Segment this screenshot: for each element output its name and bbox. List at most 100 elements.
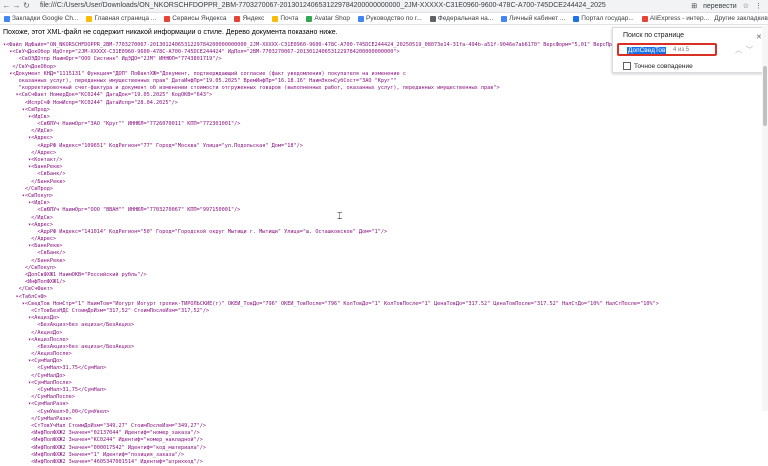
bookmark-item[interactable]: Портал государ... [573,15,634,22]
xml-line[interactable]: ▾<ИдСв> [3,200,768,207]
find-count: 4 из 5 [673,47,690,53]
bookmark-label: Сервисы Яндекса [172,15,227,22]
xml-line[interactable]: ▾<Адрес> [3,222,768,229]
xml-line: <СвБанк/> [3,171,66,178]
toolbar-right: ⊞ перевести ☆ ⋮ [691,1,762,11]
xml-line[interactable]: ▾<СвПрод> [3,107,768,114]
vertical-scrollbar[interactable] [762,26,768,411]
bookmark-star-icon[interactable]: ☆ [743,2,749,10]
xml-line: <ИнфПолФХЖ1/> [3,279,66,286]
forward-icon[interactable]: → [12,1,21,10]
bookmark-favicon-icon [86,15,93,22]
xml-line: "корректировочный счет-фактура и докумен… [3,85,500,92]
xml-line: <ИспрСчФ НомИспр="КС0244" ДатаИспр="28.0… [3,99,178,106]
xml-line: </СумНалПосле> [3,394,75,401]
xml-line: </БанкРекв> [3,257,66,264]
find-input[interactable]: ДопСведТов 4 из 5 [617,43,717,56]
other-bookmarks[interactable]: Другие закладки [710,13,764,24]
xml-line[interactable]: ▾<ТаблСчФ> [3,294,768,301]
xml-line[interactable]: ▾<СумНалПосле> [3,380,768,387]
xml-line: </СумНалРазн> [3,415,72,422]
bookmark-label: Руководство по г... [366,15,422,22]
xml-line: </ИдСв> [3,128,53,135]
xml-line: </БанкРекв> [3,178,66,185]
xml-line: </АкцизДо> [3,329,63,336]
xml-line[interactable]: ▾<СведТов НомСтр="1" НаимТов="Йогурт Йог… [3,301,768,308]
xml-line: <БезАкциз>без акциза</БезАкциз> [3,322,135,329]
xml-line: <ИнфПолФХЖ2 Значен="000017542" Идентиф="… [3,444,207,451]
xml-line: </СумНалДо> [3,372,66,379]
bookmark-label: AliExpress - интер... [649,15,710,22]
bookmark-label: Федеральная на... [437,15,494,22]
xml-line: <СвЮЛУч НаимОрг="ООО "ВВАН"" ИННЮЛ="7703… [3,207,241,214]
xml-tree: ▾<Файл ИдФайл="ON_NKORSCHFDOPPR_2BM-7703… [3,42,768,466]
find-query[interactable]: ДопСведТов [627,47,667,54]
xml-line: <ИнфПолФХЖ2 Значен="1" Идентиф="позиция_… [3,451,185,458]
menu-icon[interactable]: ⋮ [755,2,762,10]
xml-line[interactable]: ▾<СумНалРазн> [3,401,768,408]
chevron-down-icon[interactable]: ﹀ [746,47,757,54]
xml-line[interactable]: ▾<ИдСв> [3,114,768,121]
bookmarks-bar: Закладки Google Ch... Главная страница ..… [0,13,768,25]
bookmark-favicon-icon [573,15,580,22]
bookmark-item[interactable]: Закладки Google Ch... [4,15,78,22]
xml-line: <СумНал>31,75</СумНал> [3,387,107,393]
bookmark-label: Портал государ... [581,15,634,22]
xml-line: <СумУвел>0,00</СумУвел> [3,408,110,415]
xml-line: </АкцизПосле> [3,351,72,358]
xml-line: </ИдСв> [3,214,53,221]
browser-toolbar: ← → ↻ file:///C:/Users/User/Downloads/ON… [0,0,768,13]
bookmark-item[interactable]: Avatar Shop [306,15,350,22]
bookmark-label: Avatar Shop [314,15,351,22]
bookmark-favicon-icon [272,15,279,22]
bookmark-item[interactable]: Яндекс [234,15,264,22]
bookmark-favicon-icon [306,15,313,22]
bookmark-favicon-icon [429,15,436,22]
bookmark-label: Яндекс [242,15,265,22]
bookmark-item[interactable]: Руководство по г... [358,15,422,22]
find-title: Поиск по странице [623,32,685,39]
bookmark-item[interactable]: Федеральная на... [429,15,494,22]
xml-line[interactable]: ▾<БанкРекв> [3,164,768,171]
xml-line: </СвСчФакт> [3,286,53,293]
close-icon[interactable]: ✕ [756,33,762,41]
scrollbar-thumb[interactable] [763,66,767,126]
chevron-up-icon[interactable]: ︿ [735,47,746,54]
bookmark-label: Главная страница ... [94,15,157,22]
bookmark-favicon-icon [501,15,508,22]
xml-line: <БезАкциз>без акциза</БезАкциз> [3,343,135,350]
xml-notice: Похоже, этот XML-файл не содержит никако… [3,29,338,36]
xml-line[interactable]: ▾<БанкРекв> [3,243,768,250]
bookmark-favicon-icon [641,15,648,22]
xml-line[interactable]: ▾<СвПокуп> [3,193,768,200]
xml-line[interactable]: ▾<Контакт/> [3,157,768,164]
bookmark-item[interactable]: Личный кабинет ... [501,15,565,22]
find-prev-next[interactable]: ︿﹀ [735,45,757,55]
xml-line: <ИнфПолФХЖ2 Значен="02137044" Идентиф="н… [3,430,200,437]
bookmark-item[interactable]: Почта [272,15,298,22]
match-case-option[interactable]: Точное совпадение [623,62,693,70]
xml-line[interactable]: ▾<СвСчФакт НомерДок="КС0244" ДатаДок="19… [3,92,768,99]
xml-line: <СтТовУчНал СтоимДоИзм="349,27" СтоимПос… [3,422,207,429]
bookmark-label: Закладки Google Ch... [12,15,79,22]
xml-line[interactable]: ▾<АкцизПосле> [3,337,768,344]
xml-line: <СвБанк/> [3,250,66,257]
xml-line[interactable]: ▾<Адрес> [3,135,768,142]
bookmark-favicon-icon [234,15,241,22]
address-bar[interactable]: file:///C:/Users/User/Downloads/ON_NKORS… [40,1,606,11]
reload-icon[interactable]: ↻ [22,1,31,10]
bookmark-item[interactable]: AliExpress - интер... [641,15,710,22]
xml-line: </СвПрод> [3,185,53,192]
xml-line[interactable]: ▾<СумНалДо> [3,358,768,365]
xml-line: <АдрРФ Индекс="141014" КодРегион="50" Го… [3,228,388,235]
bookmark-label: Личный кабинет ... [509,15,566,22]
back-icon[interactable]: ← [2,1,11,10]
xml-line: <ДопСвФХЖ1 НаимОКВ="Российский рубль"/> [3,272,147,278]
translate-label[interactable]: перевести [703,3,737,10]
match-case-checkbox[interactable] [623,62,631,70]
bookmark-item[interactable]: Главная страница ... [86,15,156,22]
xml-line: <СтТовБезНДС СтоимДоИзм="317,52" СтоимПо… [3,307,210,314]
xml-line[interactable]: ▾<АкцизДо> [3,315,768,322]
bookmark-item[interactable]: Сервисы Яндекса [164,15,226,22]
translate-icon[interactable]: ⊞ [691,2,697,10]
